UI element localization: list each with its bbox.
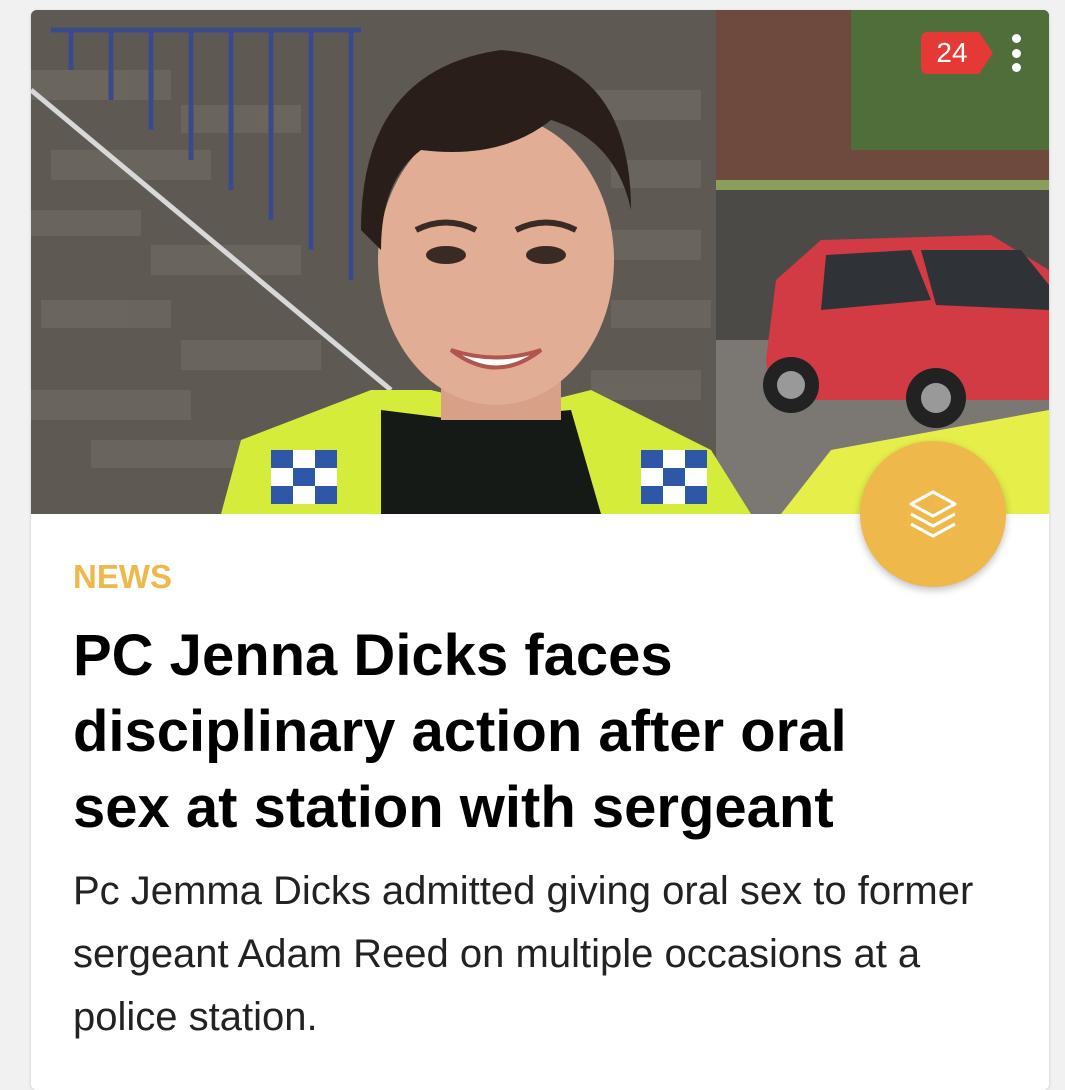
layers-icon (909, 490, 957, 538)
article-hero-image[interactable]: 24 (31, 10, 1049, 514)
hero-photo (31, 10, 1049, 514)
article-summary: Pc Jemma Dicks admitted giving oral sex … (73, 869, 974, 1039)
article-headline[interactable]: PC Jenna Dicks faces disciplinary action… (73, 618, 953, 846)
article-category[interactable]: NEWS (73, 558, 172, 596)
article-card[interactable]: 24 NEWS PC Jenna Dicks faces disciplinar… (31, 10, 1049, 1090)
more-options-button[interactable] (1001, 30, 1031, 76)
more-vertical-icon (1011, 34, 1021, 43)
comment-count-badge[interactable]: 24 (921, 32, 993, 74)
comment-count: 24 (936, 37, 968, 68)
stories-stack-button[interactable] (860, 441, 1006, 587)
